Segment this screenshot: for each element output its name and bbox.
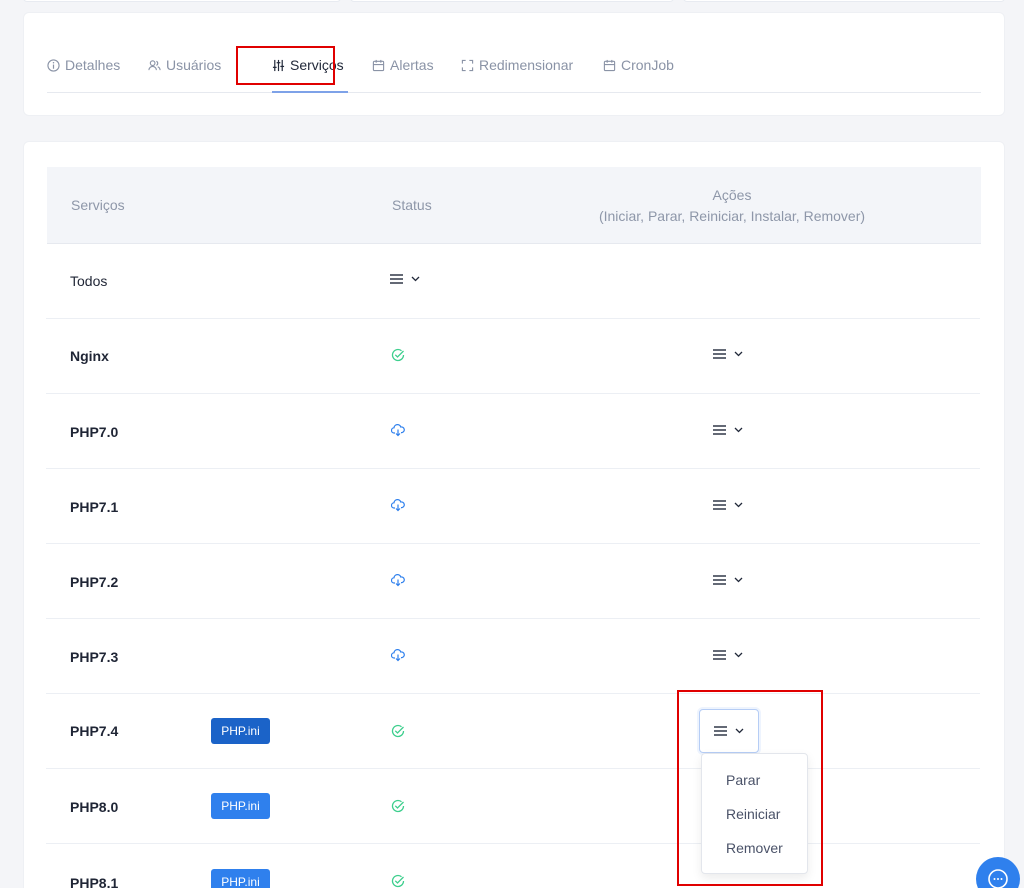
chevron-down-icon: [734, 351, 743, 357]
service-name: PHP8.0: [70, 799, 119, 815]
table-row: Todos: [46, 243, 980, 319]
expand-icon: [461, 59, 474, 71]
service-name: PHP7.4: [70, 723, 119, 739]
table-row: PHP7.4 PHP.ini: [46, 694, 980, 769]
table-row: PHP7.1: [46, 469, 980, 544]
table-row: PHP7.3: [46, 619, 980, 694]
actions-menu-button[interactable]: [713, 348, 743, 360]
php-ini-button[interactable]: PHP.ini: [211, 718, 270, 744]
service-name: PHP8.1: [70, 875, 119, 888]
actions-menu-button[interactable]: [713, 574, 743, 586]
tab-redimensionar[interactable]: Redimensionar: [461, 57, 573, 73]
check-circle-icon: [391, 724, 405, 738]
active-tab-indicator: [272, 91, 348, 93]
highlight-box: [677, 690, 823, 886]
highlight-box: [236, 46, 335, 85]
table-row: PHP8.1 PHP.ini: [46, 844, 980, 888]
php-ini-button[interactable]: PHP.ini: [211, 793, 270, 819]
calendar-icon: [372, 59, 385, 71]
service-name: PHP7.2: [70, 574, 119, 590]
service-name: PHP7.3: [70, 649, 119, 665]
info-icon: [47, 58, 60, 72]
tab-alertas[interactable]: Alertas: [372, 57, 434, 73]
calendar-icon: [603, 59, 616, 71]
php-ini-button[interactable]: PHP.ini: [211, 869, 270, 888]
chevron-down-icon: [411, 276, 420, 282]
tab-detalhes[interactable]: Detalhes: [47, 57, 120, 73]
header-actions-subtitle: (Iniciar, Parar, Reiniciar, Instalar, Re…: [598, 208, 866, 224]
check-circle-icon: [391, 799, 405, 813]
tab-usuarios[interactable]: Usuários: [148, 57, 221, 73]
chat-icon: [988, 869, 1008, 888]
chat-button[interactable]: [976, 857, 1020, 888]
header-services: Serviços: [71, 197, 125, 213]
menu-icon: [713, 349, 726, 359]
table-row: Nginx: [46, 319, 980, 394]
chevron-down-icon: [734, 577, 743, 583]
cloud-download-icon[interactable]: [391, 498, 405, 512]
top-card-segment: [23, 0, 341, 2]
service-name: Nginx: [70, 348, 109, 364]
actions-menu-button[interactable]: [713, 499, 743, 511]
top-card-segment: [683, 0, 1005, 2]
actions-menu-button[interactable]: [713, 424, 743, 436]
service-name: PHP7.1: [70, 499, 119, 515]
tabs-card: Detalhes Usuários Serviços Alertas Redim…: [23, 12, 1005, 116]
tab-label: Detalhes: [65, 57, 121, 73]
actions-menu-button[interactable]: [713, 649, 743, 661]
service-name: PHP7.0: [70, 424, 119, 440]
tab-label: Alertas: [390, 57, 434, 73]
table-row: PHP7.2: [46, 544, 980, 619]
chevron-down-icon: [734, 652, 743, 658]
cloud-download-icon[interactable]: [391, 648, 405, 662]
tab-label: CronJob: [621, 57, 674, 73]
tab-bar: Detalhes Usuários Serviços Alertas Redim…: [47, 53, 981, 93]
tab-cronjob[interactable]: CronJob: [603, 57, 674, 73]
table-row: PHP7.0: [46, 394, 980, 469]
users-icon: [148, 59, 161, 70]
check-circle-icon: [391, 348, 405, 362]
menu-icon: [390, 274, 403, 284]
cloud-download-icon[interactable]: [391, 573, 405, 587]
table-header: Serviços Status Ações (Iniciar, Parar, R…: [47, 167, 981, 244]
top-card-strip: [0, 0, 1024, 4]
menu-icon: [713, 500, 726, 510]
menu-icon: [713, 650, 726, 660]
tab-label: Usuários: [166, 57, 222, 73]
chevron-down-icon: [734, 427, 743, 433]
cloud-download-icon[interactable]: [391, 423, 405, 437]
service-name: Todos: [70, 273, 108, 289]
menu-icon: [713, 575, 726, 585]
menu-icon: [713, 425, 726, 435]
status-menu-button[interactable]: [390, 273, 420, 285]
top-card-segment: [350, 0, 674, 2]
header-actions: Ações (Iniciar, Parar, Reiniciar, Instal…: [572, 185, 892, 227]
header-status: Status: [392, 197, 432, 213]
header-actions-title: Ações: [712, 187, 752, 203]
table-row: PHP8.0 PHP.ini: [46, 769, 980, 844]
chevron-down-icon: [734, 502, 743, 508]
check-circle-icon: [391, 874, 405, 888]
tab-label: Redimensionar: [479, 57, 574, 73]
